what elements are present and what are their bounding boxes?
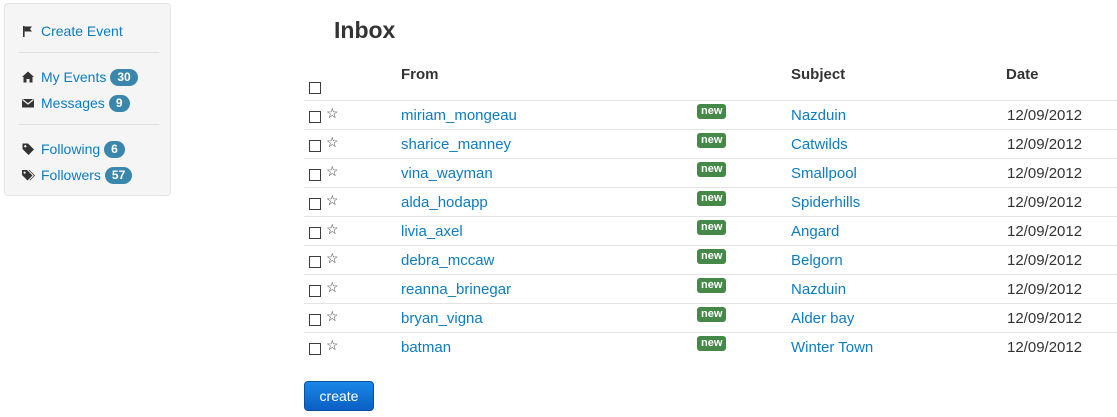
star-icon[interactable]: ☆: [326, 192, 339, 209]
star-icon[interactable]: ☆: [326, 163, 339, 180]
count-badge: 57: [104, 166, 133, 184]
subject-link[interactable]: Nazduin: [791, 107, 846, 124]
subject-link[interactable]: Alder bay: [791, 310, 854, 327]
table-row[interactable]: ☆ reanna_brinegar new Nazduin 12/09/2012: [304, 274, 1117, 304]
sender-link[interactable]: bryan_vigna: [401, 310, 483, 327]
sidebar-item-label: Messages: [41, 95, 105, 111]
star-icon[interactable]: ☆: [326, 134, 339, 151]
sender-link[interactable]: alda_hodapp: [401, 194, 488, 211]
star-icon[interactable]: ☆: [326, 221, 339, 238]
count-badge: 9: [108, 94, 130, 112]
sidebar-divider: [19, 52, 159, 53]
tag-icon: [21, 142, 35, 156]
sidebar-item-label: Followers: [41, 167, 101, 183]
row-checkbox[interactable]: [309, 140, 321, 152]
star-icon[interactable]: ☆: [326, 337, 339, 354]
row-checkbox[interactable]: [309, 169, 321, 181]
sidebar-item-label: Following: [41, 141, 101, 157]
sender-link[interactable]: sharice_manney: [401, 136, 511, 153]
tags-icon: [21, 168, 35, 182]
row-checkbox[interactable]: [309, 198, 321, 210]
row-checkbox[interactable]: [309, 256, 321, 268]
sidebar-item-my-events[interactable]: My Events 30: [21, 67, 138, 87]
sidebar-item-label: My Events: [41, 69, 107, 85]
row-checkbox[interactable]: [309, 343, 321, 355]
date-cell: 12/09/2012: [1007, 165, 1083, 182]
sidebar-item-create-event[interactable]: Create Event: [21, 21, 123, 41]
table-row[interactable]: ☆ vina_wayman new Smallpool 12/09/2012: [304, 158, 1117, 188]
date-cell: 12/09/2012: [1007, 339, 1083, 356]
column-header-from: From: [401, 66, 439, 83]
table-row[interactable]: ☆ miriam_mongeau new Nazduin 12/09/2012: [304, 100, 1117, 130]
sidebar: Create Event My Events 30 Messages 9 Fol…: [4, 3, 171, 196]
row-checkbox[interactable]: [309, 314, 321, 326]
table-row[interactable]: ☆ debra_mccaw new Belgorn 12/09/2012: [304, 245, 1117, 275]
table-row[interactable]: ☆ alda_hodapp new Spiderhills 12/09/2012: [304, 187, 1117, 217]
new-badge: new: [697, 162, 727, 177]
sender-link[interactable]: vina_wayman: [401, 165, 493, 182]
sender-link[interactable]: debra_mccaw: [401, 252, 494, 269]
date-cell: 12/09/2012: [1007, 281, 1083, 298]
count-badge: 6: [104, 140, 125, 158]
column-header-date: Date: [1006, 66, 1039, 83]
date-cell: 12/09/2012: [1007, 252, 1083, 269]
home-icon: [21, 70, 35, 84]
sender-link[interactable]: reanna_brinegar: [401, 281, 511, 298]
subject-link[interactable]: Smallpool: [791, 165, 857, 182]
new-badge: new: [697, 191, 727, 206]
star-icon[interactable]: ☆: [326, 105, 339, 122]
subject-link[interactable]: Angard: [791, 223, 839, 240]
page-title: Inbox: [334, 17, 396, 43]
subject-link[interactable]: Belgorn: [791, 252, 843, 269]
row-checkbox[interactable]: [309, 227, 321, 239]
new-badge: new: [697, 104, 727, 119]
sender-link[interactable]: miriam_mongeau: [401, 107, 517, 124]
sidebar-item-following[interactable]: Following 6: [21, 139, 125, 159]
flag-icon: [21, 24, 35, 38]
date-cell: 12/09/2012: [1007, 310, 1083, 327]
new-badge: new: [697, 220, 727, 235]
new-badge: new: [697, 249, 727, 264]
new-badge: new: [697, 133, 727, 148]
date-cell: 12/09/2012: [1007, 136, 1083, 153]
subject-link[interactable]: Spiderhills: [791, 194, 860, 211]
sender-link[interactable]: batman: [401, 339, 451, 356]
sidebar-item-messages[interactable]: Messages 9: [21, 93, 130, 113]
date-cell: 12/09/2012: [1007, 194, 1083, 211]
star-icon[interactable]: ☆: [326, 308, 339, 325]
select-all-checkbox[interactable]: [309, 82, 321, 94]
subject-link[interactable]: Winter Town: [791, 339, 873, 356]
table-row[interactable]: ☆ livia_axel new Angard 12/09/2012: [304, 216, 1117, 246]
date-cell: 12/09/2012: [1007, 107, 1083, 124]
create-button[interactable]: create: [304, 381, 374, 411]
table-row[interactable]: ☆ bryan_vigna new Alder bay 12/09/2012: [304, 303, 1117, 333]
envelope-icon: [21, 96, 35, 110]
subject-link[interactable]: Nazduin: [791, 281, 846, 298]
table-row[interactable]: ☆ batman new Winter Town 12/09/2012: [304, 332, 1117, 362]
subject-link[interactable]: Catwilds: [791, 136, 848, 153]
star-icon[interactable]: ☆: [326, 279, 339, 296]
sidebar-item-followers[interactable]: Followers 57: [21, 165, 133, 185]
star-icon[interactable]: ☆: [326, 250, 339, 267]
sidebar-item-label: Create Event: [41, 23, 123, 39]
sender-link[interactable]: livia_axel: [401, 223, 463, 240]
table-row[interactable]: ☆ sharice_manney new Catwilds 12/09/2012: [304, 129, 1117, 159]
new-badge: new: [697, 307, 727, 322]
count-badge: 30: [110, 68, 138, 86]
new-badge: new: [697, 336, 727, 351]
sidebar-divider: [19, 124, 159, 125]
row-checkbox[interactable]: [309, 285, 321, 297]
new-badge: new: [697, 278, 727, 293]
row-checkbox[interactable]: [309, 111, 321, 123]
date-cell: 12/09/2012: [1007, 223, 1083, 240]
column-header-subject: Subject: [791, 66, 846, 83]
